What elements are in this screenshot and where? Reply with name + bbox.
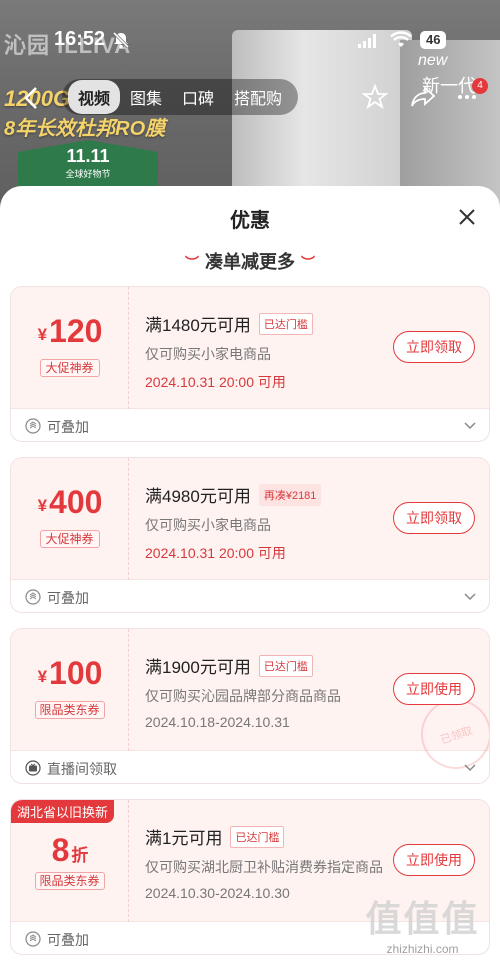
close-icon[interactable]	[456, 206, 478, 228]
coupon-condition-text: 满1900元可用	[145, 658, 251, 677]
coupon-footer[interactable]: 可叠加	[11, 580, 489, 612]
coupon-info: 满1900元可用 已达门槛 仅可购买沁园品牌部分商品商品 2024.10.18-2…	[145, 653, 385, 730]
coupon-condition-text: 满4980元可用	[145, 487, 251, 506]
coupon-scope: 仅可购买湖北厨卫补贴消费券指定商品	[145, 859, 383, 875]
threshold-badge: 已达门槛	[230, 825, 285, 848]
threshold-badge: 已达门槛	[258, 654, 313, 677]
status-bar: 16:52 46	[0, 0, 500, 50]
cellular-signal-icon	[358, 34, 376, 48]
sheet-subtitle-text: 凑单减更多	[205, 252, 295, 272]
coupon-body: ¥100 限品类东券 满1900元可用 已达门槛 仅可购买沁园品牌部分商品商品 2…	[11, 629, 489, 779]
coupon-footer[interactable]: 直播间领取	[11, 751, 489, 783]
coupon-footer[interactable]: 可叠加	[11, 409, 489, 441]
chevron-down-icon[interactable]	[463, 420, 477, 432]
currency-symbol: ¥	[37, 325, 48, 344]
threshold-badge: 已达门槛	[258, 312, 313, 335]
status-time: 16:52	[54, 28, 106, 50]
smile-right-icon: ︶	[301, 255, 315, 272]
coupon-amount: ¥400	[11, 484, 129, 521]
trade-in-ribbon: 湖北省以旧换新	[11, 800, 115, 823]
site-watermark: 值值值 zhizhizhi.com	[350, 890, 495, 960]
share-icon[interactable]	[410, 84, 436, 110]
coupon-condition-text: 满1480元可用	[145, 316, 251, 335]
event-badge-title: 11.11	[66, 146, 110, 166]
smile-left-icon: ︶	[185, 255, 199, 272]
promo-overlay-line2: 8年长效杜邦RO膜	[4, 118, 166, 140]
coupon-condition: 满1900元可用 已达门槛	[145, 653, 385, 678]
coupon-validity: 2024.10.18-2024.10.31	[145, 714, 290, 730]
sheet-subtitle: ︶ 凑单减更多 ︶	[0, 248, 500, 274]
coupon-value-panel: ¥100 限品类东券	[11, 629, 129, 751]
discount-unit: 折	[71, 846, 89, 865]
use-button[interactable]: 立即使用	[393, 844, 475, 876]
coupon-footer-label: 直播间领取	[47, 761, 117, 777]
coupon-validity: 2024.10.30-2024.10.30	[145, 885, 290, 901]
use-button[interactable]: 立即使用	[393, 673, 475, 705]
coupon-amount-value: 8	[51, 832, 70, 868]
event-badge-subtitle: 全球好物节	[65, 169, 111, 179]
coupon-value-panel: ¥120 大促神券	[11, 287, 129, 409]
coupon-amount: ¥100	[11, 655, 129, 692]
tab-video[interactable]: 视频	[68, 80, 121, 114]
claim-button[interactable]: 立即领取	[393, 502, 475, 534]
tab-gallery[interactable]: 图集	[120, 80, 172, 114]
watermark-logo: 值值值	[365, 898, 480, 939]
tab-reviews[interactable]: 口碑	[172, 80, 224, 114]
favorite-star-icon[interactable]	[362, 84, 388, 110]
mute-bell-icon	[112, 31, 130, 49]
remaining-amount-badge: 再凑¥2181	[258, 483, 322, 506]
live-room-icon	[25, 760, 41, 776]
stackable-icon	[25, 589, 41, 605]
currency-symbol: ¥	[37, 667, 48, 686]
coupon-card: ¥400 大促神券 满4980元可用 再凑¥2181 仅可购买小家电商品 2024…	[10, 457, 490, 613]
coupon-amount-value: 400	[49, 484, 103, 520]
coupon-scope: 仅可购买沁园品牌部分商品商品	[145, 688, 341, 704]
coupon-validity: 2024.10.31 20:00 可用	[145, 545, 286, 561]
coupon-type-tag: 限品类东券	[34, 872, 105, 890]
coupon-info: 满1480元可用 已达门槛 仅可购买小家电商品 2024.10.31 20:00 …	[145, 311, 385, 392]
new-overlay-text: new	[418, 52, 448, 69]
coupon-info: 满4980元可用 再凑¥2181 仅可购买小家电商品 2024.10.31 20:…	[145, 482, 385, 563]
coupon-type-tag: 大促神券	[39, 530, 100, 548]
stackable-icon	[25, 418, 41, 434]
coupon-type-tag: 大促神券	[39, 359, 100, 377]
coupon-condition-text: 满1元可用	[145, 829, 223, 848]
claim-button[interactable]: 立即领取	[393, 331, 475, 363]
coupon-body: ¥400 大促神券 满4980元可用 再凑¥2181 仅可购买小家电商品 2024…	[11, 458, 489, 580]
coupon-sheet: 优惠 ︶ 凑单减更多 ︶ ¥120 大促神券 满1480元可用 已达门槛 仅可购买小家…	[0, 186, 500, 965]
sheet-title: 优惠	[230, 210, 270, 232]
coupon-footer-label: 可叠加	[47, 590, 89, 606]
back-arrow-icon[interactable]	[22, 86, 40, 110]
currency-symbol: ¥	[37, 496, 48, 515]
coupon-footer-label: 可叠加	[47, 932, 89, 948]
chevron-down-icon[interactable]	[463, 762, 477, 774]
battery-indicator: 46	[420, 31, 447, 49]
coupon-body: ¥120 大促神券 满1480元可用 已达门槛 仅可购买小家电商品 2024.10…	[11, 287, 489, 409]
coupon-info: 满1元可用 已达门槛 仅可购买湖北厨卫补贴消费券指定商品 2024.10.30-2…	[145, 824, 385, 901]
coupon-condition: 满1480元可用 已达门槛	[145, 311, 385, 336]
chevron-down-icon[interactable]	[463, 591, 477, 603]
coupon-amount: 8折	[11, 832, 129, 869]
coupon-card: ¥100 限品类东券 满1900元可用 已达门槛 仅可购买沁园品牌部分商品商品 2…	[10, 628, 490, 784]
coupon-type-tag: 限品类东券	[34, 701, 105, 719]
coupon-footer-label: 可叠加	[47, 419, 89, 435]
coupon-condition: 满1元可用 已达门槛	[145, 824, 385, 849]
coupon-amount-value: 100	[49, 655, 103, 691]
coupon-amount: ¥120	[11, 313, 129, 350]
coupon-value-panel: 湖北省以旧换新 8折 限品类东券	[11, 800, 129, 922]
coupon-card: ¥120 大促神券 满1480元可用 已达门槛 仅可购买小家电商品 2024.10…	[10, 286, 490, 442]
watermark-url: zhizhizhi.com	[386, 942, 459, 956]
coupon-scope: 仅可购买小家电商品	[145, 517, 271, 533]
coupon-amount-value: 120	[49, 313, 103, 349]
wifi-icon	[390, 31, 412, 47]
tab-bundle[interactable]: 搭配购	[224, 80, 292, 114]
gallery-tabs: 视频 图集 口碑 搭配购	[62, 79, 299, 115]
stackable-icon	[25, 931, 41, 947]
coupon-condition: 满4980元可用 再凑¥2181	[145, 482, 385, 507]
coupon-validity: 2024.10.31 20:00 可用	[145, 374, 286, 390]
coupon-scope: 仅可购买小家电商品	[145, 346, 271, 362]
coupon-value-panel: ¥400 大促神券	[11, 458, 129, 580]
more-notification-badge: 4	[472, 78, 488, 94]
